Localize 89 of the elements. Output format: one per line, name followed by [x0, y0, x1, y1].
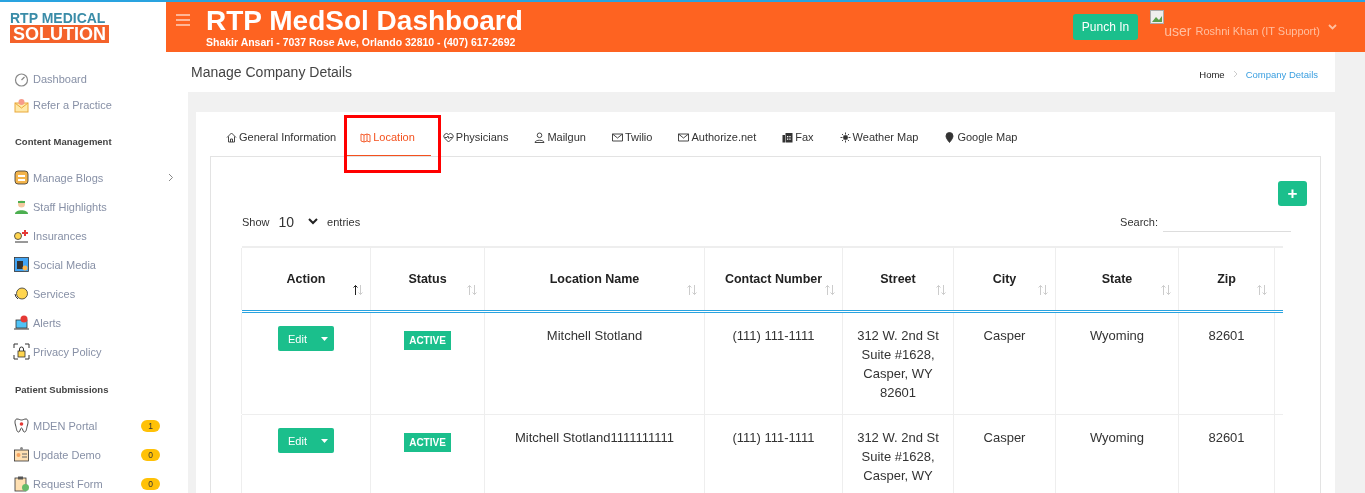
tab[interactable]: Location [346, 122, 431, 156]
app-title: RTP MedSol Dashboard [206, 6, 523, 36]
pin-icon [944, 131, 956, 143]
sidebar-section-heading: Patient Submissions [14, 383, 110, 397]
chevron-down-icon [308, 218, 319, 225]
table-cell-text: 312 W. 2nd St Suite #1628, Casper, WY 82601 [856, 327, 940, 402]
sidebar-item[interactable]: MDEN Portal [33, 419, 98, 432]
caret-icon [321, 336, 328, 341]
tab[interactable]: Mailgun [534, 122, 586, 155]
table-cell-text: Casper [982, 327, 1027, 345]
tab[interactable]: Authorize.net [678, 122, 757, 155]
table-cell-text: Casper [982, 429, 1027, 447]
table-cell-text: Mitchell Stotland [545, 327, 644, 345]
fax-icon [782, 131, 794, 143]
sidebar-item[interactable]: Request Form [33, 477, 103, 490]
column-header[interactable]: Zip [1178, 248, 1275, 310]
entries-select[interactable]: 10 [274, 213, 323, 230]
table-cell-text: 82601 [1207, 327, 1246, 345]
user-image-alt-text: user [1164, 23, 1192, 39]
sidebar-item[interactable]: Update Demo [33, 448, 101, 461]
clipboard-icon [13, 475, 30, 492]
search-label: Search: [1120, 215, 1158, 228]
column-header[interactable]: Status [370, 248, 485, 310]
count-badge: 0 [141, 448, 160, 461]
table-cell-text: (111) 111-1111 [731, 429, 816, 447]
table-cell-text: Wyoming [1088, 429, 1146, 447]
column-header[interactable]: Street [842, 248, 954, 310]
breadcrumb-link[interactable]: Home [1199, 68, 1225, 80]
sun-icon [839, 131, 851, 143]
page-title: Manage Company Details [191, 64, 353, 80]
sidebar-item[interactable]: Social Media [33, 258, 96, 271]
status-badge: ACTIVE [404, 433, 451, 452]
entries-label: entries [327, 215, 361, 228]
gauge-icon [13, 70, 30, 88]
sidebar-item[interactable]: Manage Blogs [33, 171, 104, 184]
staff-icon [13, 198, 30, 215]
mail-icon [13, 96, 30, 114]
chevron-right-icon[interactable] [168, 173, 174, 182]
sidebar-item[interactable]: Staff Highlights [33, 200, 107, 213]
column-header[interactable]: City [953, 248, 1056, 310]
sidebar-item[interactable]: Refer a Practice [33, 99, 112, 111]
table-cell-text: Mitchell Stotland1111111111 [514, 429, 675, 447]
tab[interactable]: General Information [226, 122, 337, 155]
sidebar-item[interactable]: Dashboard [33, 73, 87, 85]
lock-icon [13, 343, 30, 360]
tab[interactable]: Weather Map [839, 122, 919, 155]
add-button[interactable]: + [1278, 181, 1307, 206]
user-menu[interactable]: Roshni Khan (IT Support) [1195, 25, 1320, 37]
broken-image-icon [1150, 10, 1165, 24]
tooth-icon [13, 417, 30, 434]
sidebar-item[interactable]: Services [33, 287, 76, 300]
chevron-right-icon [1232, 70, 1238, 78]
sidebar-item[interactable]: Alerts [33, 316, 62, 329]
sidebar-section-heading: Content Management [14, 135, 113, 149]
column-header[interactable]: Location Name [484, 248, 705, 310]
count-badge: 0 [141, 477, 160, 490]
tab[interactable]: Twilio [611, 122, 653, 155]
tab[interactable]: Fax [782, 122, 814, 155]
breadcrumb-link[interactable]: Company Details [1245, 68, 1318, 80]
tab[interactable]: Google Map [944, 122, 1018, 155]
punch-in-button[interactable]: Punch In [1072, 14, 1139, 40]
alert-icon [13, 314, 30, 331]
practice-address: Shakir Ansari - 7037 Rose Ave, Orlando 32810 - (407) 617-2692 [206, 36, 517, 48]
column-header[interactable]: State [1055, 248, 1179, 310]
sidebar-item[interactable]: Privacy Policy [33, 345, 102, 358]
sidebar-item[interactable]: Insurances [33, 229, 87, 242]
chevron-down-icon[interactable] [1328, 24, 1337, 30]
heart-icon [442, 131, 454, 143]
menu-icon[interactable] [176, 14, 190, 26]
table-cell-text: 82601 [1207, 429, 1246, 447]
envelope-icon [678, 131, 690, 143]
tab[interactable]: Physicians [442, 122, 509, 155]
status-badge: ACTIVE [404, 331, 451, 350]
column-header[interactable]: Contact Number [704, 248, 843, 310]
envelope-icon [611, 131, 623, 143]
table-cell-text: Wyoming [1088, 327, 1146, 345]
person-icon [534, 131, 546, 143]
show-label: Show [242, 215, 270, 228]
table-cell-text: 312 W. 2nd St Suite #1628, Casper, WY [856, 429, 940, 485]
logo: RTP MEDICAL SOLUTION [10, 11, 109, 43]
count-badge: 1 [141, 419, 160, 432]
map-icon [360, 131, 372, 143]
home-icon [226, 131, 237, 143]
edit-split-button[interactable]: Edit [278, 428, 334, 453]
table-cell-text: (111) 111-1111 [731, 327, 816, 345]
edit-split-button[interactable]: Edit [278, 326, 334, 351]
caret-icon [321, 438, 328, 443]
card-icon [13, 446, 30, 463]
column-header[interactable]: Action [241, 248, 371, 310]
